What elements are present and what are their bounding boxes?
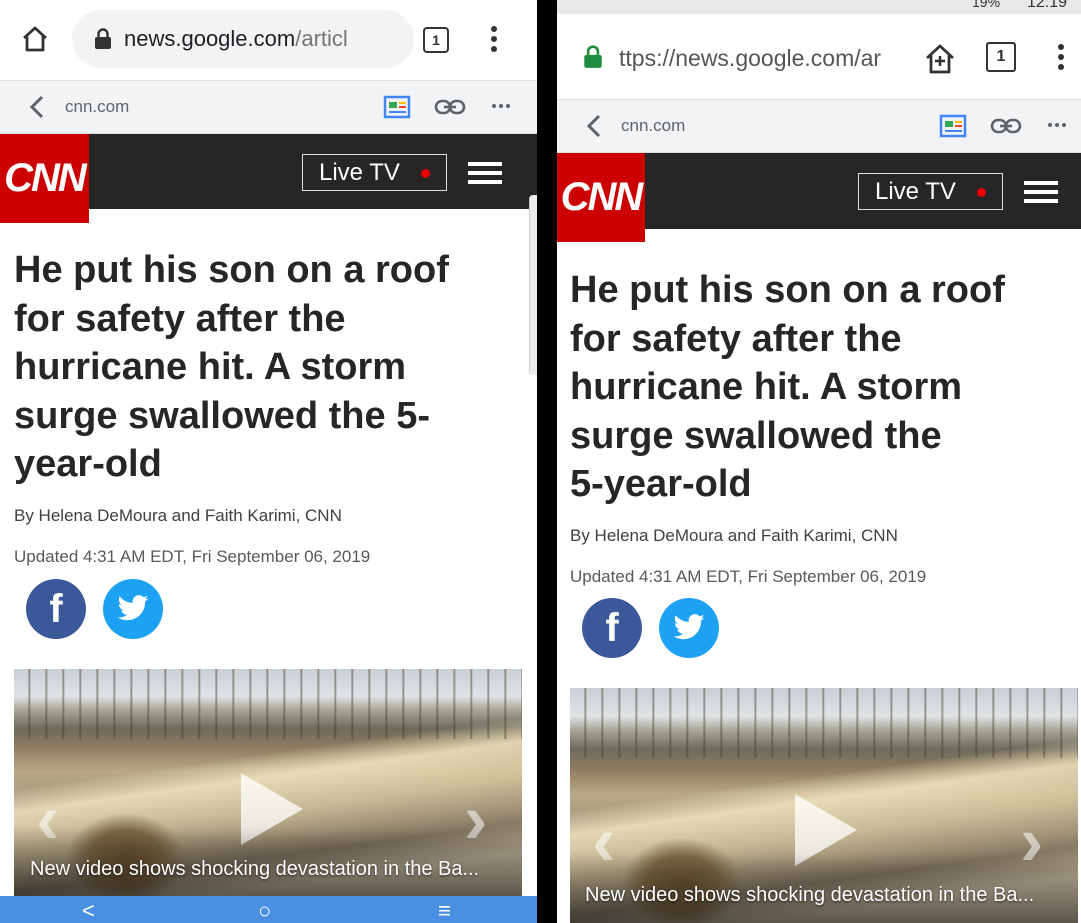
twitter-icon[interactable]	[659, 598, 719, 658]
link-icon[interactable]	[990, 117, 1022, 135]
back-arrow-icon[interactable]	[585, 114, 603, 138]
video-player[interactable]: ‹ › New video shows shocking devastation…	[14, 669, 522, 897]
headline-line: hurricane hit. A storm	[570, 366, 963, 408]
headline-line: year-old	[14, 443, 162, 485]
video-player[interactable]: ‹ › New video shows shocking devastation…	[570, 688, 1078, 923]
home-icon[interactable]	[20, 24, 50, 54]
headline-line: hurricane hit. A storm	[14, 346, 407, 388]
url-path: /articl	[295, 26, 348, 51]
overflow-menu-icon[interactable]	[1055, 43, 1067, 73]
nav-back-icon[interactable]: <	[82, 900, 95, 922]
updated-timestamp: Updated 4:31 AM EDT, Fri September 06, 2…	[570, 567, 927, 586]
headline-line: for safety after the	[570, 317, 902, 360]
nav-home-icon[interactable]: ○	[258, 900, 271, 922]
news-icon[interactable]	[939, 114, 967, 138]
cnn-logo[interactable]: CNN	[557, 153, 645, 242]
byline: By Helena DeMoura and Faith Karimi, CNN	[14, 506, 342, 525]
right-browser-window: 19% 12:19 ttps://news.google.com/ar 1 cn…	[557, 0, 1081, 923]
back-arrow-icon[interactable]	[28, 95, 46, 119]
headline-line: surge swallowed the 5-	[14, 394, 430, 437]
article-headline: He put his son on a roof for safety afte…	[14, 246, 524, 489]
cnn-logo-text: CNN	[4, 156, 87, 200]
status-bar: 19% 12:19	[557, 0, 1081, 14]
more-icon[interactable]	[491, 103, 511, 109]
twitter-icon[interactable]	[103, 579, 163, 639]
updated-timestamp: Updated 4:31 AM EDT, Fri September 06, 2…	[14, 547, 371, 566]
browser-toolbar: ttps://news.google.com/ar 1	[557, 14, 1081, 100]
headline-line: 5-year-old	[570, 463, 752, 505]
facebook-icon[interactable]: f	[582, 598, 642, 658]
photo-treeline	[14, 669, 522, 739]
tab-count: 1	[432, 32, 440, 48]
headline-line: for safety after the	[14, 297, 346, 340]
live-tv-button[interactable]: Live TV	[302, 154, 447, 191]
more-icon[interactable]	[1047, 122, 1067, 128]
status-clock: 12:19	[1027, 0, 1068, 11]
tab-switcher-icon[interactable]: 1	[986, 42, 1016, 72]
left-browser-window: news.google.com/articl 1 cnn.com CNN Liv…	[0, 0, 537, 923]
live-indicator-icon	[977, 187, 986, 197]
cnn-logo-text: CNN	[560, 175, 644, 219]
amp-source-bar: cnn.com	[557, 100, 1081, 153]
tab-switcher-icon[interactable]: 1	[423, 27, 449, 53]
address-bar[interactable]: ttps://news.google.com/ar	[619, 45, 907, 72]
lock-icon	[95, 28, 111, 49]
battery-level: 19%	[972, 0, 1001, 10]
browser-toolbar: news.google.com/articl 1	[0, 0, 537, 81]
facebook-icon[interactable]: f	[26, 579, 86, 639]
hamburger-icon[interactable]	[1024, 181, 1058, 203]
link-icon[interactable]	[434, 98, 466, 116]
headline-line: surge swallowed the	[570, 414, 942, 457]
lock-icon	[584, 45, 602, 68]
video-caption: New video shows shocking devastation in …	[30, 858, 480, 880]
source-domain[interactable]: cnn.com	[621, 116, 685, 136]
live-indicator-icon	[421, 168, 430, 178]
source-domain[interactable]: cnn.com	[65, 97, 129, 117]
amp-source-bar: cnn.com	[0, 81, 537, 134]
live-tv-label: Live TV	[875, 177, 956, 205]
live-tv-button[interactable]: Live TV	[858, 173, 1003, 210]
hamburger-icon[interactable]	[468, 162, 502, 184]
add-to-home-icon[interactable]	[923, 42, 957, 76]
byline: By Helena DeMoura and Faith Karimi, CNN	[570, 526, 898, 545]
article-headline: He put his son on a roof for safety afte…	[570, 266, 1075, 509]
headline-line: He put his son on a roof	[570, 269, 1005, 311]
video-caption: New video shows shocking devastation in …	[585, 884, 1035, 906]
photo-treeline	[570, 688, 1078, 758]
news-icon[interactable]	[383, 95, 411, 119]
overflow-menu-icon[interactable]	[488, 25, 500, 55]
headline-line: He put his son on a roof	[14, 249, 449, 291]
url-host: news.google.com	[124, 26, 296, 51]
live-tv-label: Live TV	[319, 158, 400, 186]
cnn-logo[interactable]: CNN	[0, 134, 89, 223]
address-bar[interactable]: news.google.com/articl	[72, 10, 414, 68]
nav-menu-icon[interactable]: ≡	[438, 900, 451, 922]
android-navigation-bar: < ○ ≡	[0, 896, 537, 923]
scrollbar-thumb[interactable]	[529, 195, 537, 375]
tab-count: 1	[996, 48, 1006, 65]
